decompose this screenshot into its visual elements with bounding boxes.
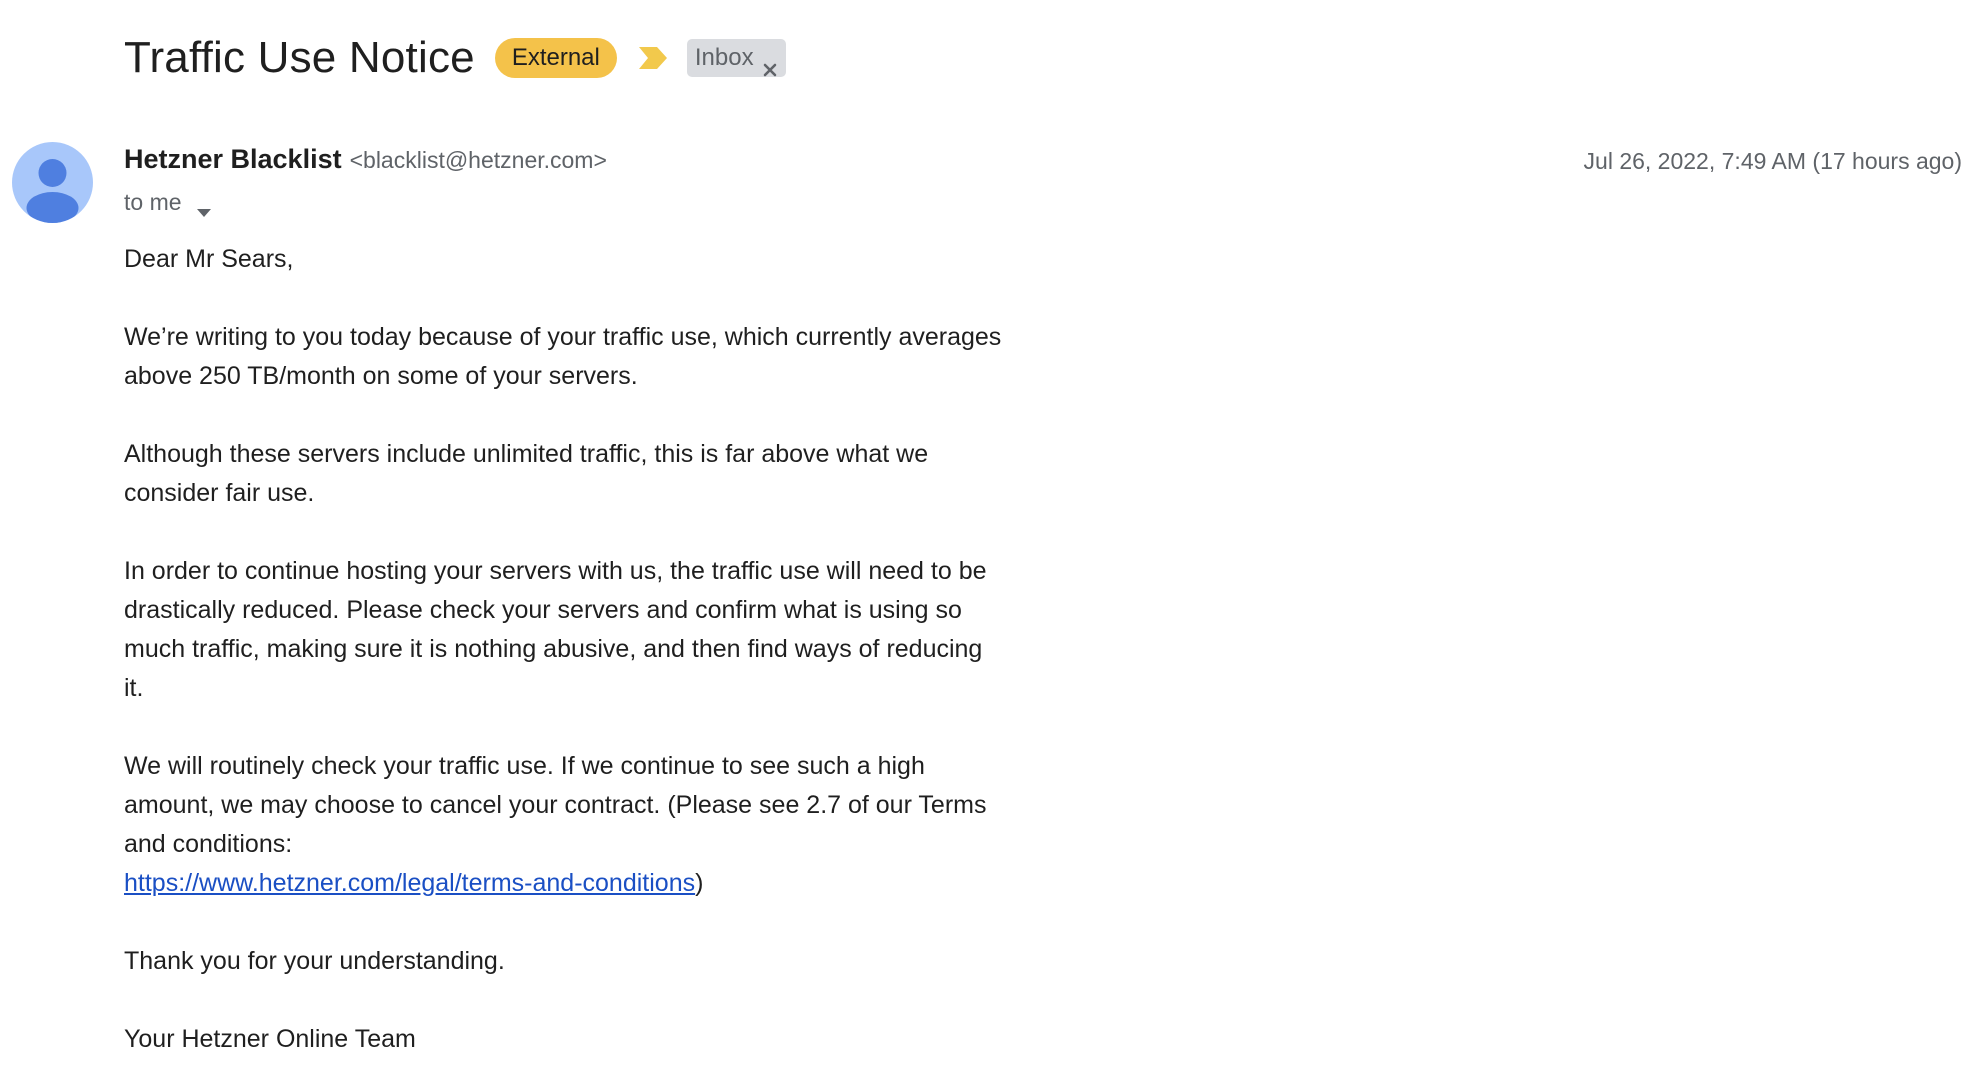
sender-email: <blacklist@hetzner.com> (349, 147, 607, 173)
greeting: Dear Mr Sears, (124, 245, 294, 273)
sender-name[interactable]: Hetzner Blacklist (124, 144, 342, 175)
recipient-details-toggle[interactable]: to me (124, 186, 212, 218)
inbox-label: Inbox (686, 39, 786, 77)
external-label: External (494, 38, 617, 78)
chevron-down-icon[interactable] (196, 197, 212, 217)
inbox-label-text: Inbox (694, 44, 754, 71)
thanks-line: Thank you for your understanding. (124, 947, 505, 975)
terms-link[interactable]: https://www.hetzner.com/legal/terms-and-… (124, 869, 695, 897)
message-body: Dear Mr Sears, We’re writing to you toda… (124, 240, 1004, 1059)
message-date: Jul 26, 2022, 7:49 AM (17 hours ago) (1583, 148, 1962, 174)
sender-info: Hetzner Blacklist <blacklist@hetzner.com… (124, 144, 607, 180)
close-icon[interactable] (763, 51, 777, 77)
body-paragraph: Although these servers include unlimited… (124, 440, 929, 507)
body-paragraph-with-link: We will routinely check your traffic use… (124, 747, 1004, 903)
default-person-avatar-icon (26, 159, 79, 223)
sender-avatar[interactable] (12, 142, 93, 223)
subject-header: Traffic Use Notice External Inbox (124, 28, 786, 88)
body-paragraph: We’re writing to you today because of yo… (124, 323, 1002, 390)
recipient-text: to me (124, 188, 182, 215)
body-paragraph-text: We will routinely check your traffic use… (124, 752, 987, 858)
signature: Your Hetzner Online Team (124, 1025, 416, 1053)
email-subject: Traffic Use Notice (124, 33, 475, 82)
closing-parenthesis: ) (695, 869, 704, 897)
body-paragraph: In order to continue hosting your server… (124, 557, 987, 702)
importance-marker-icon[interactable] (637, 45, 669, 71)
